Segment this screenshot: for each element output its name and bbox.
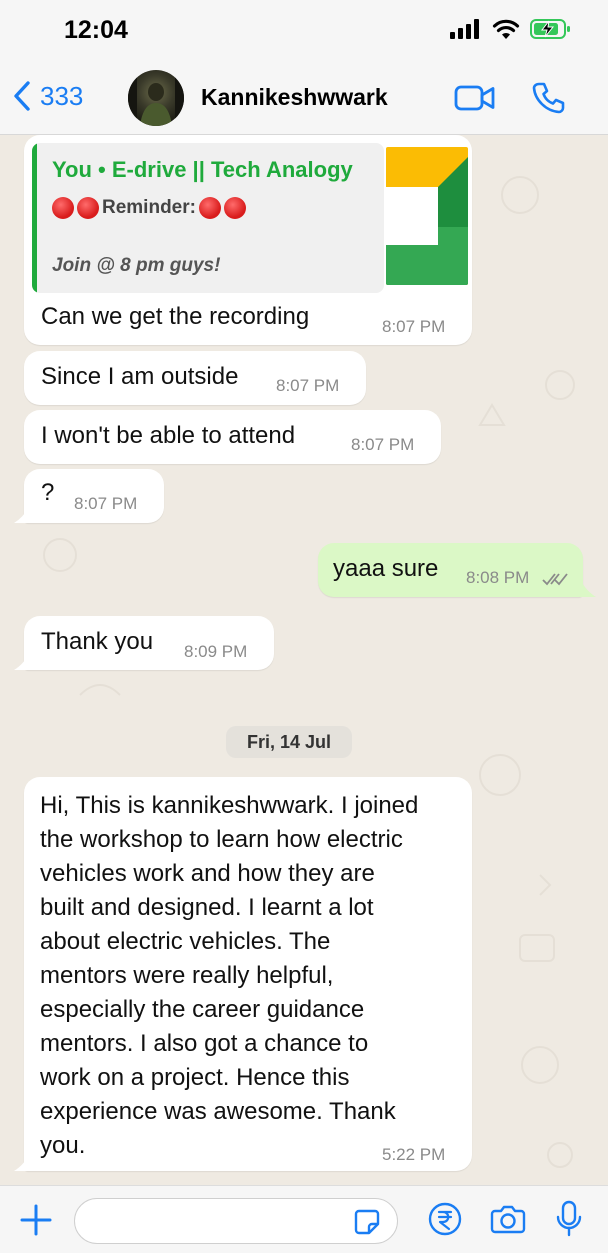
message-bubble-incoming[interactable]: I won't be able to attend 8:07 PM xyxy=(24,410,441,464)
date-divider: Fri, 14 Jul xyxy=(226,726,352,758)
contact-name[interactable]: Kannikeshwwark xyxy=(201,84,388,111)
message-time: 8:07 PM xyxy=(74,494,138,513)
quoted-message[interactable]: You • E-drive || Tech Analogy Reminder: … xyxy=(32,143,384,293)
red-circle-emoji-icon xyxy=(77,197,99,219)
message-text: Since I am outside xyxy=(41,363,239,390)
quote-reminder-text: Reminder: xyxy=(102,197,196,218)
quote-line3: Join @ 8 pm guys! xyxy=(52,255,221,276)
quote-line2: Reminder: xyxy=(52,197,249,219)
red-circle-emoji-icon xyxy=(52,197,74,219)
google-meet-thumbnail xyxy=(386,147,468,285)
message-line: experience was awesome. Thank xyxy=(40,1098,396,1125)
message-text: Can we get the recording xyxy=(41,303,310,330)
back-button[interactable]: 333 xyxy=(12,80,83,112)
microphone-icon[interactable] xyxy=(556,1200,582,1238)
message-line: the workshop to learn how electric xyxy=(40,826,403,853)
message-bubble-incoming[interactable]: You • E-drive || Tech Analogy Reminder: … xyxy=(24,135,472,345)
long-message-text: Hi, This is kannikeshwwark. I joined the… xyxy=(40,789,460,1163)
bubble-tail xyxy=(14,652,30,670)
message-line: Hi, This is kannikeshwwark. I joined xyxy=(40,792,419,819)
message-time: 8:07 PM xyxy=(351,435,415,454)
chat-header: 333 Kannikeshwwark xyxy=(0,62,608,135)
message-time: 8:08 PM xyxy=(466,568,530,587)
message-composer xyxy=(0,1185,608,1253)
message-text: yaaa sure xyxy=(333,555,439,582)
status-time: 12:04 xyxy=(64,16,128,44)
message-line: work on a project. Hence this xyxy=(40,1064,350,1091)
message-line: mentors. I also got a chance to xyxy=(40,1030,369,1057)
battery-charging-icon xyxy=(530,19,570,39)
plus-icon[interactable] xyxy=(20,1204,52,1236)
message-time: 8:09 PM xyxy=(184,642,248,661)
unread-count: 333 xyxy=(40,80,84,111)
message-bubble-incoming[interactable]: Hi, This is kannikeshwwark. I joined the… xyxy=(24,777,472,1171)
message-time: 8:07 PM xyxy=(382,317,446,336)
quote-accent-bar xyxy=(32,143,37,293)
red-circle-emoji-icon xyxy=(223,197,246,219)
chat-area[interactable]: You • E-drive || Tech Analogy Reminder: … xyxy=(0,135,608,1185)
quote-author: You • E-drive || Tech Analogy xyxy=(52,157,353,182)
read-receipt-double-check-icon xyxy=(542,573,568,586)
rupee-payment-icon[interactable] xyxy=(428,1202,462,1236)
message-line: vehicles work and how they are xyxy=(40,860,375,887)
bubble-tail xyxy=(580,579,596,597)
bubble-tail xyxy=(14,505,30,523)
contact-avatar[interactable] xyxy=(128,70,184,126)
message-input[interactable] xyxy=(74,1198,398,1244)
sticker-icon[interactable] xyxy=(353,1208,381,1236)
camera-icon[interactable] xyxy=(490,1204,526,1234)
status-icons xyxy=(450,18,572,40)
message-text: ? xyxy=(41,479,55,506)
message-text: Thank you xyxy=(41,628,154,655)
cellular-signal-icon xyxy=(450,19,479,39)
message-bubble-outgoing[interactable]: yaaa sure 8:08 PM xyxy=(318,543,583,597)
message-line: especially the career guidance xyxy=(40,996,365,1023)
message-line: mentors were really helpful, xyxy=(40,962,334,989)
bubble-tail xyxy=(14,1153,30,1171)
video-call-icon[interactable] xyxy=(454,84,496,112)
message-bubble-incoming[interactable]: Since I am outside 8:07 PM xyxy=(24,351,366,405)
message-bubble-incoming[interactable]: ? 8:07 PM xyxy=(24,469,164,523)
wifi-icon xyxy=(492,19,520,39)
message-text: I won't be able to attend xyxy=(41,422,296,449)
chevron-left-icon xyxy=(14,81,30,111)
message-time: 5:22 PM xyxy=(382,1145,446,1164)
status-bar: 12:04 xyxy=(0,0,608,62)
message-time: 8:07 PM xyxy=(276,376,340,395)
message-line: about electric vehicles. The xyxy=(40,928,331,955)
message-bubble-incoming[interactable]: Thank you 8:09 PM xyxy=(24,616,274,670)
voice-call-icon[interactable] xyxy=(530,80,566,116)
red-circle-emoji-icon xyxy=(198,197,221,219)
message-line: built and designed. I learnt a lot xyxy=(40,894,374,921)
